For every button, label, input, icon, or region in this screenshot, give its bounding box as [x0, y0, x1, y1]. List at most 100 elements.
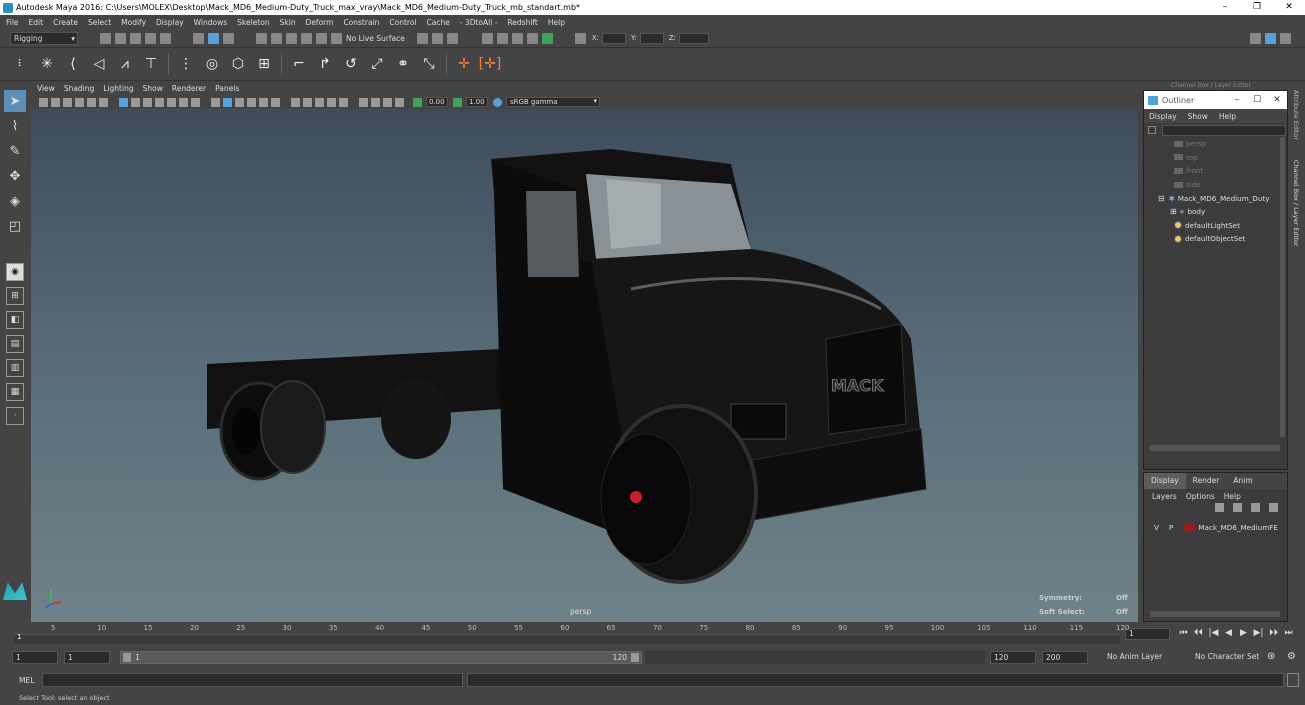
menu-3dtoall[interactable]: - 3DtoAll - [460, 18, 498, 27]
new-empty-layer-icon[interactable] [1250, 503, 1260, 512]
y-field[interactable] [639, 32, 664, 44]
play-backwards-button[interactable]: ◀ [1221, 628, 1236, 638]
grease-pencil-icon[interactable] [98, 97, 108, 107]
shelf-menu-icon[interactable]: ⠇ [11, 54, 31, 74]
snap-view-icon[interactable] [301, 32, 312, 44]
move-layer-up-icon[interactable] [1214, 503, 1224, 512]
menu-create[interactable]: Create [53, 18, 78, 27]
pole-vector-icon[interactable]: ⤡ [419, 54, 439, 74]
render-settings-icon[interactable] [496, 32, 508, 44]
select-object-icon[interactable] [208, 32, 219, 44]
isolate-select-icon[interactable] [358, 97, 368, 107]
playback-end-field[interactable]: 120 [990, 651, 1036, 664]
layer-color-swatch[interactable] [1183, 523, 1196, 532]
gamma-icon[interactable] [452, 97, 462, 107]
scale-tool-icon[interactable]: ◰ [4, 215, 26, 237]
layer-playback-toggle[interactable]: P [1169, 523, 1173, 532]
range-slider[interactable]: 1 120 [120, 651, 642, 664]
timeline-track[interactable] [14, 634, 1120, 644]
outliner-persp-layout-icon[interactable]: ▤ [6, 335, 24, 353]
mel-label[interactable]: MEL [19, 676, 34, 685]
layer-hscrollbar[interactable] [1150, 611, 1280, 617]
move-tool-icon[interactable]: ✥ [4, 165, 26, 187]
anti-aliasing-icon[interactable] [326, 97, 336, 107]
vp-menu-view[interactable]: View [37, 84, 55, 93]
perspective-viewport[interactable]: MACK persp Symmetry: Off Soft Select: Of… [31, 109, 1138, 622]
input-ops-icon[interactable] [416, 32, 428, 44]
select-tool-icon[interactable]: ➤ [4, 90, 26, 112]
sidebar-toggle-icon[interactable] [1250, 32, 1261, 44]
play-forwards-button[interactable]: ▶ [1236, 628, 1251, 638]
x-field[interactable] [602, 32, 627, 44]
character-set-dropdown[interactable]: No Character Set [1192, 651, 1264, 664]
minimize-button[interactable]: – [1209, 0, 1241, 15]
wireframe-on-shaded-icon[interactable] [246, 97, 256, 107]
use-all-lights-icon[interactable] [270, 97, 280, 107]
layer-row[interactable]: V P Mack_MD6_MediumFE [1144, 521, 1287, 534]
camera-select-icon[interactable] [38, 97, 48, 107]
gamma-field[interactable]: 1.00 [466, 97, 488, 107]
outliner-minimize-button[interactable]: – [1227, 95, 1247, 105]
move-layer-down-icon[interactable] [1232, 503, 1242, 512]
command-input[interactable] [42, 673, 463, 687]
outliner-maximize-button[interactable]: ☐ [1247, 95, 1267, 105]
new-layer-selected-icon[interactable] [1268, 503, 1278, 512]
vp-menu-shading[interactable]: Shading [64, 84, 94, 93]
menu-deform[interactable]: Deform [306, 18, 334, 27]
menu-set-dropdown[interactable]: Rigging [10, 31, 78, 45]
render-view-icon[interactable] [431, 32, 443, 44]
tab-render[interactable]: Render [1186, 473, 1227, 489]
lasso-tool-icon[interactable]: ⌇ [4, 115, 26, 137]
select-hierarchy-icon[interactable] [193, 32, 204, 44]
snap-grid-icon[interactable] [256, 32, 267, 44]
orient-constraint-icon[interactable]: ↺ [341, 54, 361, 74]
rotate-tool-icon[interactable]: ◈ [4, 190, 26, 212]
bookmark-icon[interactable] [62, 97, 72, 107]
ipr-icon[interactable] [481, 32, 493, 44]
tab-anim[interactable]: Anim [1226, 473, 1259, 489]
parent-constraint-icon[interactable]: ⚭ [393, 54, 413, 74]
script-editor-icon[interactable] [1287, 673, 1299, 687]
2d-pan-icon[interactable] [86, 97, 96, 107]
hypershade-layout-icon[interactable]: ▦ [6, 383, 24, 401]
outliner-search-input[interactable] [1162, 124, 1286, 136]
channel-box-tab[interactable]: Channel Box / Layer Editor [1292, 160, 1300, 247]
menu-skin[interactable]: Skin [280, 18, 296, 27]
snap-curve-icon[interactable] [271, 32, 282, 44]
select-component-icon[interactable] [223, 32, 234, 44]
z-field[interactable] [678, 32, 709, 44]
ik-spline-icon[interactable]: ◁ [89, 54, 109, 74]
outliner-item-mack-group[interactable]: ⊟ ✱ Mack_MD6_Medium_Duty [1144, 191, 1287, 205]
color-management-icon[interactable] [492, 97, 502, 107]
cluster-icon[interactable]: ⊞ [254, 54, 274, 74]
smooth-shade-icon[interactable] [222, 97, 232, 107]
snap-surface-icon[interactable] [316, 32, 327, 44]
restore-button[interactable]: ❐ [1241, 0, 1273, 15]
field-chart-icon[interactable] [166, 97, 176, 107]
outliner-menu-display[interactable]: Display [1149, 112, 1177, 121]
aim-constraint-icon[interactable]: ↱ [315, 54, 335, 74]
screen-space-ao-icon[interactable] [302, 97, 312, 107]
transform-input-icon[interactable] [574, 32, 586, 44]
ik-handle-icon[interactable]: ⟨ [63, 54, 83, 74]
blend-shape-icon[interactable]: [✛] [479, 54, 502, 74]
joint-tool-icon[interactable]: ✳ [37, 54, 57, 74]
vp-menu-panels[interactable]: Panels [215, 84, 239, 93]
menu-redshift[interactable]: Redshift [507, 18, 537, 27]
gate-mask-icon[interactable] [154, 97, 164, 107]
tool-settings-toggle-icon[interactable] [1280, 32, 1291, 44]
bind-skin-icon[interactable]: ⋮ [176, 54, 196, 74]
anim-layer-dropdown[interactable]: No Anim Layer [1104, 651, 1186, 664]
channel-box-toggle-icon[interactable] [1265, 32, 1276, 44]
menu-modify[interactable]: Modify [121, 18, 146, 27]
menu-skeleton[interactable]: Skeleton [237, 18, 269, 27]
collapse-icon[interactable]: ⊟ [1158, 194, 1165, 203]
go-to-end-button[interactable]: ⏭ [1281, 628, 1296, 638]
lattice-icon[interactable]: ⬡ [228, 54, 248, 74]
open-scene-icon[interactable] [115, 32, 126, 44]
film-gate-icon[interactable] [130, 97, 140, 107]
graph-persp-layout-icon[interactable]: ▥ [6, 359, 24, 377]
outliner-item-defaultlightset[interactable]: defaultLightSet [1144, 219, 1287, 233]
menu-select[interactable]: Select [88, 18, 111, 27]
anim-prefs-icon[interactable]: ⚙ [1287, 651, 1296, 662]
